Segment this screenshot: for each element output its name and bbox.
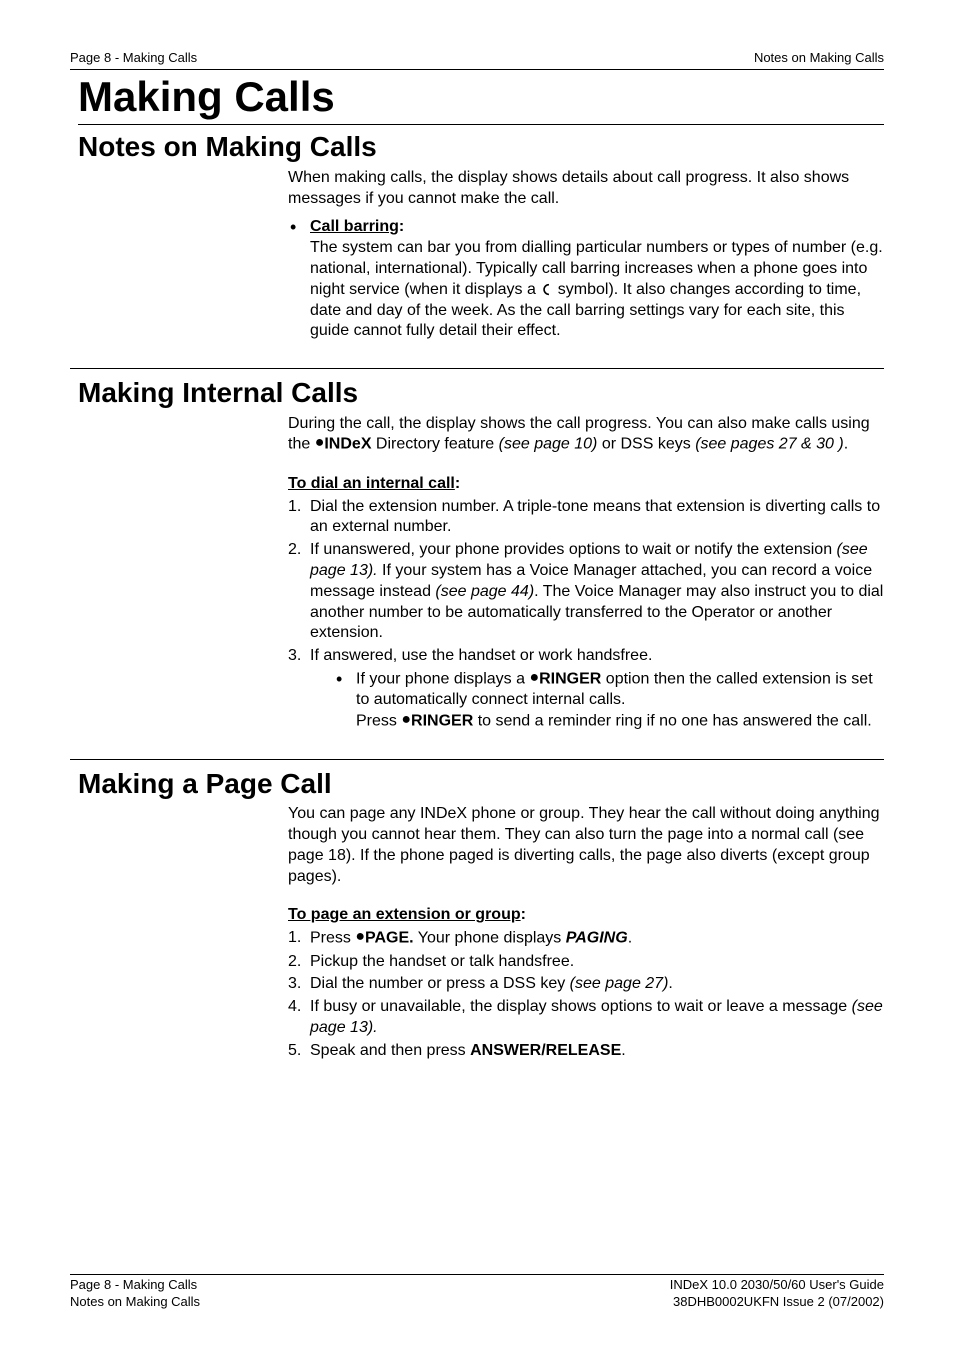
page-call-steps: Press ●PAGE. Your phone displays PAGING.… — [288, 928, 884, 1061]
internal-step-1: Dial the extension number. A triple-tone… — [288, 497, 884, 539]
internal-intro-d: . — [844, 436, 848, 453]
internal-step3-sub-cb: to send a reminder ring if no one has an… — [473, 713, 871, 730]
section-notes-title: Notes on Making Calls — [78, 129, 884, 165]
bullet-call-barring: Call barring: The system can bar you fro… — [288, 217, 884, 342]
notes-bullets: Call barring: The system can bar you fro… — [288, 217, 884, 342]
page-step5-c: . — [621, 1042, 625, 1059]
internal-step2-a: If unanswered, your phone provides optio… — [310, 541, 837, 558]
page-step-3: Dial the number or press a DSS key (see … — [288, 974, 884, 995]
internal-step3-sub-a: If your phone displays a — [356, 671, 529, 688]
call-barring-colon: : — [399, 218, 404, 235]
internal-step3-sublist: If your phone displays a ●RINGER option … — [334, 669, 884, 733]
ringer-label2: RINGER — [411, 713, 473, 730]
footer-right-1: INDeX 10.0 2030/50/60 User's Guide — [670, 1277, 884, 1294]
feature-dot-icon: ● — [315, 433, 325, 454]
moon-icon — [540, 282, 553, 295]
page-step-1: Press ●PAGE. Your phone displays PAGING. — [288, 928, 884, 949]
chapter-title: Making Calls — [78, 70, 884, 126]
page-step1-a: Press — [310, 930, 355, 947]
page-step4-a: If busy or unavailable, the display show… — [310, 998, 852, 1015]
internal-step2-ref2: (see page 44) — [435, 583, 534, 600]
internal-step3-sub-ca: Press — [356, 713, 401, 730]
page-step3-ref: (see page 27) — [570, 975, 669, 992]
page-step1-c: . — [628, 930, 632, 947]
ringer-dot-icon: ● — [529, 668, 539, 689]
internal-intro-c: or DSS keys — [597, 436, 695, 453]
section-internal-title: Making Internal Calls — [78, 375, 884, 411]
header-left: Page 8 - Making Calls — [70, 50, 197, 67]
internal-steps: Dial the extension number. A triple-tone… — [288, 497, 884, 733]
ringer-dot2-icon: ● — [401, 710, 411, 731]
page-step3-b: . — [668, 975, 672, 992]
header-right: Notes on Making Calls — [754, 50, 884, 67]
page-call-subheading-colon: : — [521, 906, 526, 923]
section-internal: Making Internal Calls During the call, t… — [70, 368, 884, 732]
section-page-call-title: Making a Page Call — [78, 766, 884, 802]
page-dot-icon: ● — [355, 927, 365, 948]
internal-intro-b: Directory feature — [371, 436, 498, 453]
running-footer: Page 8 - Making Calls Notes on Making Ca… — [70, 1274, 884, 1311]
internal-subheading: To dial an internal call: — [288, 474, 884, 495]
internal-ref2: (see pages 27 & 30 ) — [695, 436, 844, 453]
page-step-5: Speak and then press ANSWER/RELEASE. — [288, 1041, 884, 1062]
internal-step3-text: If answered, use the handset or work han… — [310, 647, 652, 664]
internal-subheading-label: To dial an internal call — [288, 475, 455, 492]
call-barring-label: Call barring — [310, 218, 399, 235]
footer-left-2: Notes on Making Calls — [70, 1294, 200, 1311]
ringer-label: RINGER — [539, 671, 601, 688]
page-step5-a: Speak and then press — [310, 1042, 470, 1059]
page-step-4: If busy or unavailable, the display show… — [288, 997, 884, 1039]
internal-ref1: (see page 10) — [499, 436, 598, 453]
section-page-call: Making a Page Call You can page any INDe… — [70, 759, 884, 1062]
footer-right-2: 38DHB0002UKFN Issue 2 (07/2002) — [670, 1294, 884, 1311]
footer-left: Page 8 - Making Calls Notes on Making Ca… — [70, 1277, 200, 1311]
running-header: Page 8 - Making Calls Notes on Making Ca… — [70, 50, 884, 70]
section-internal-body: During the call, the display shows the c… — [288, 414, 884, 733]
page-step1-b: Your phone displays — [414, 930, 566, 947]
page-container: Page 8 - Making Calls Notes on Making Ca… — [0, 0, 954, 1351]
internal-step-2: If unanswered, your phone provides optio… — [288, 540, 884, 644]
page-step-2: Pickup the handset or talk handsfree. — [288, 952, 884, 973]
page-step3-a: Dial the number or press a DSS key — [310, 975, 570, 992]
internal-step-3: If answered, use the handset or work han… — [288, 646, 884, 732]
notes-intro: When making calls, the display shows det… — [288, 168, 884, 210]
page-call-subheading-label: To page an extension or group — [288, 906, 521, 923]
internal-subheading-colon: : — [455, 475, 460, 492]
page-call-intro: You can page any INDeX phone or group. T… — [288, 804, 884, 887]
page-label: PAGE. — [365, 930, 414, 947]
internal-intro: During the call, the display shows the c… — [288, 414, 884, 456]
paging-label: PAGING — [566, 930, 628, 947]
footer-right: INDeX 10.0 2030/50/60 User's Guide 38DHB… — [670, 1277, 884, 1311]
answer-release-label: ANSWER/RELEASE — [470, 1042, 621, 1059]
page-call-subheading: To page an extension or group: — [288, 905, 884, 926]
internal-step3-sub: If your phone displays a ●RINGER option … — [334, 669, 884, 733]
footer-left-1: Page 8 - Making Calls — [70, 1277, 200, 1294]
section-notes-body: When making calls, the display shows det… — [288, 168, 884, 342]
index-label: INDeX — [324, 436, 371, 453]
section-page-call-body: You can page any INDeX phone or group. T… — [288, 804, 884, 1061]
section-notes: Notes on Making Calls When making calls,… — [70, 129, 884, 342]
